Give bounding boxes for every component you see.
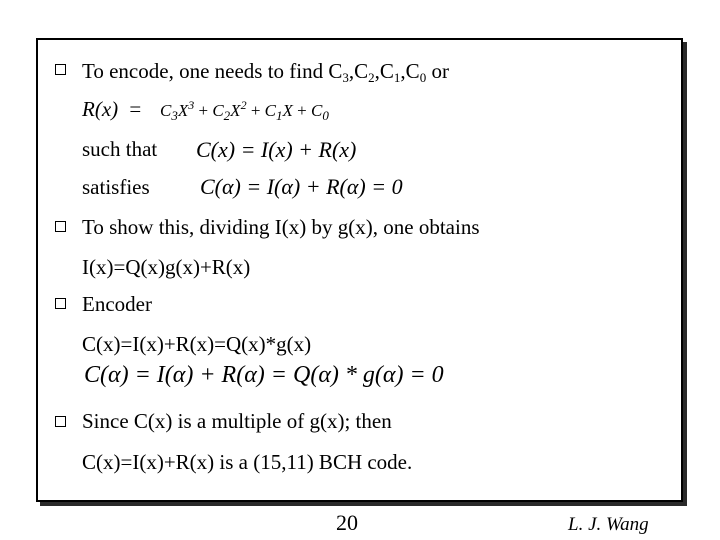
sub: 0: [322, 108, 329, 123]
plus: +: [297, 101, 307, 120]
rx-eq-sign: =: [129, 97, 142, 121]
term: X: [177, 101, 189, 120]
term: C: [264, 101, 276, 120]
hollow-square-bullet-icon: [55, 221, 66, 232]
such-that-label: such that: [82, 137, 158, 161]
bullet-4-text: Since C(x) is a multiple of g(x); then: [82, 409, 392, 433]
author-name: L. J. Wang: [568, 514, 649, 535]
hollow-square-bullet-icon: [55, 64, 66, 75]
bullet-1-suffix: or: [431, 59, 449, 83]
sub: 0: [419, 70, 427, 85]
satisfies-equation: C(α) = I(α) + R(α) = 0: [200, 174, 403, 199]
such-that-equation: C(x) = I(x) + R(x): [196, 137, 357, 162]
rx-label: R(x): [82, 97, 119, 121]
bullet-1-text: To encode, one needs to find C3,C2,C1,C0…: [82, 59, 449, 85]
sup: 3: [188, 98, 195, 112]
plus: +: [250, 101, 261, 120]
sub: 2: [368, 70, 375, 85]
encoder-equation-2: C(α) = I(α) + R(α) = Q(α) * g(α) = 0: [84, 362, 444, 388]
term: C: [310, 101, 323, 120]
term: C: [212, 101, 224, 120]
hollow-square-bullet-icon: [55, 416, 66, 427]
bullet-2-text: To show this, dividing I(x) by g(x), one…: [82, 215, 480, 239]
encoder-equation-1: C(x)=I(x)+R(x)=Q(x)*g(x): [82, 332, 312, 356]
conclusion-text: C(x)=I(x)+R(x) is a (15,11) BCH code.: [82, 450, 413, 474]
term: C: [160, 101, 172, 120]
hollow-square-bullet-icon: [55, 298, 66, 309]
satisfies-label: satisfies: [82, 175, 150, 199]
sub: 3: [342, 70, 349, 85]
bullet-3-text: Encoder: [82, 292, 152, 316]
plus: +: [198, 101, 209, 120]
page-number: 20: [336, 510, 358, 535]
rx-line: R(x) =: [82, 97, 141, 121]
term: X: [230, 101, 241, 120]
sup: 2: [240, 98, 247, 112]
term: X: [282, 101, 293, 120]
rx-formula: C3X3 + C2X2 + C1X + C0: [160, 99, 329, 123]
bullet-1-prefix: To encode, one needs to find C: [82, 59, 343, 83]
division-result: I(x)=Q(x)g(x)+R(x): [82, 255, 251, 279]
sub: 1: [393, 70, 401, 85]
